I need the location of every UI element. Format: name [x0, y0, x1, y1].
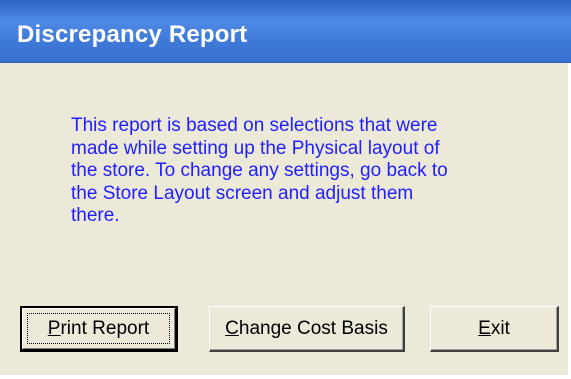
info-message-line: the store. To change any settings, go ba… [71, 160, 448, 181]
discrepancy-report-dialog: Discrepancy Report This report is based … [0, 0, 571, 375]
info-message-line: This report is based on selections that … [71, 115, 438, 136]
print-report-button[interactable]: Print Report [20, 306, 178, 352]
title-bar[interactable]: Discrepancy Report [0, 0, 571, 63]
exit-button[interactable]: Exit [430, 306, 559, 352]
info-message-line: made while setting up the Physical layou… [71, 137, 440, 159]
print-report-label: Print Report [47, 317, 150, 339]
info-message-line: there. [71, 205, 120, 226]
window-title: Discrepancy Report [17, 21, 248, 48]
exit-label: Exit [478, 317, 510, 339]
info-message-line: the Store Layout screen and adjust them [71, 182, 414, 204]
window-bottom-edge [0, 375, 571, 379]
info-message: This report is based on selections that … [71, 115, 501, 228]
change-cost-basis-button[interactable]: Change Cost Basis [209, 306, 405, 352]
change-cost-basis-label: Change Cost Basis [225, 317, 388, 339]
